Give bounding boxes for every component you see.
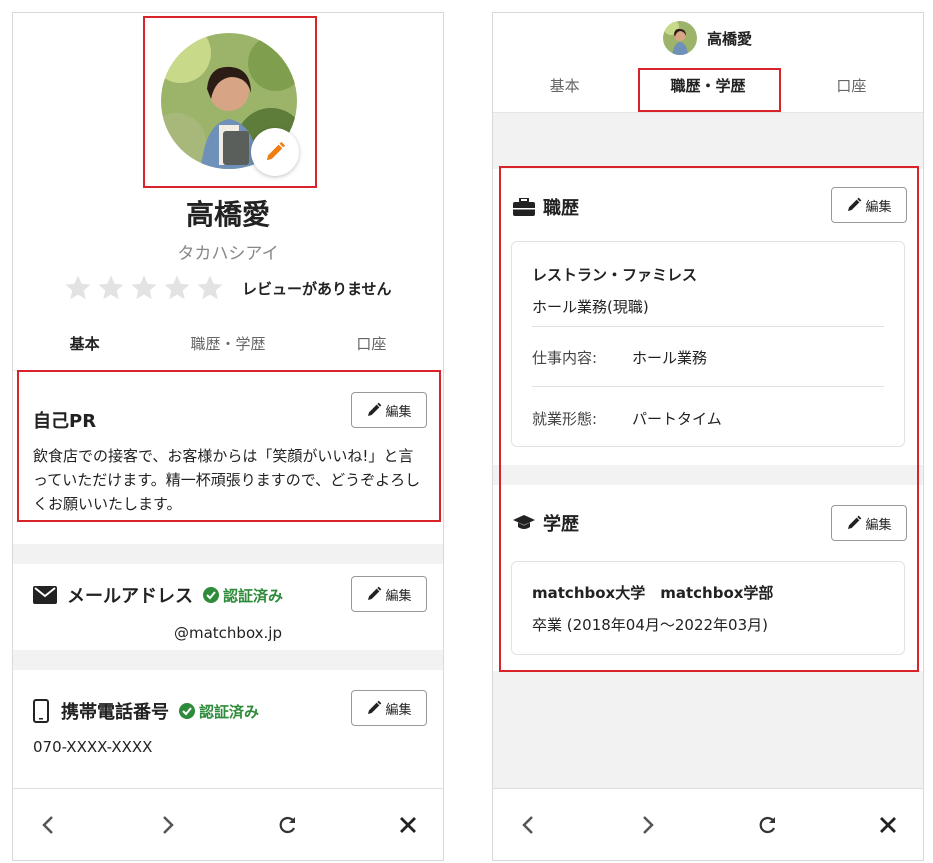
- briefcase-icon: [513, 198, 535, 216]
- pencil-icon: [368, 402, 382, 416]
- profile-screen-basic: 高橋愛 タカハシアイ レビューがありません 基本 職歴・学歴 口座 自己PR 編…: [12, 12, 444, 861]
- phone-edit-button[interactable]: 編集: [351, 690, 427, 726]
- star-icon: [164, 275, 190, 300]
- chevron-right-icon: [163, 815, 174, 834]
- graduation-cap-icon: [513, 515, 535, 529]
- forward-button[interactable]: [633, 810, 663, 840]
- browser-toolbar: [493, 788, 923, 860]
- edit-label: 編集: [385, 404, 412, 420]
- edit-label: 編集: [385, 588, 412, 604]
- browser-toolbar: [13, 788, 443, 860]
- phone-value: 070-XXXX-XXXX: [33, 738, 153, 756]
- work-card[interactable]: レストラン・ファミレス ホール業務(現職) 仕事内容: ホール業務 就業形態: …: [511, 241, 905, 447]
- header-name: 高橋愛: [707, 30, 753, 48]
- star-icon: [131, 275, 157, 300]
- verified-label: 認証済み: [199, 702, 260, 721]
- type-label: 就業形態:: [532, 410, 598, 428]
- divider: [532, 326, 884, 327]
- envelope-icon: [33, 586, 57, 604]
- education-section: 学歴 編集 matchbox大学 matchbox学部 卒業 (2018年04月…: [493, 485, 923, 671]
- pencil-icon: [266, 141, 286, 161]
- pencil-icon: [368, 700, 382, 714]
- mini-avatar: [663, 21, 697, 55]
- phone-title-row: 携帯電話番号 認証済み: [33, 698, 259, 724]
- divider: [532, 386, 884, 387]
- self-pr-edit-button[interactable]: 編集: [351, 392, 427, 428]
- self-pr-text: 飲食店での接客で、お客様からは「笑顔がいいね!」と言っていただけます。精一杯頑張…: [33, 447, 421, 513]
- star-icon: [197, 275, 223, 300]
- edit-label: 編集: [865, 199, 892, 215]
- chevron-right-icon: [643, 815, 654, 834]
- profile-name: 高橋愛: [185, 198, 270, 231]
- tab-career[interactable]: 職歴・学歴: [636, 75, 779, 105]
- check-circle-icon: [203, 587, 219, 603]
- email-title: メールアドレス: [67, 586, 193, 607]
- pencil-icon: [848, 515, 862, 529]
- profile-tabs: 基本 職歴・学歴 口座: [13, 333, 443, 384]
- education-title-row: 学歴: [513, 510, 579, 536]
- chevron-left-icon: [42, 815, 53, 834]
- education-edit-button[interactable]: 編集: [831, 505, 907, 541]
- avatar-edit-button[interactable]: [251, 128, 299, 176]
- education-title: 学歴: [543, 514, 579, 535]
- email-verified-badge: 認証済み: [203, 585, 283, 606]
- divider: [13, 650, 443, 670]
- edit-label: 編集: [385, 702, 412, 718]
- phone-title: 携帯電話番号: [61, 702, 169, 723]
- no-review-text: レビューがありません: [242, 279, 392, 298]
- profile-tabs: 基本 職歴・学歴 口座: [493, 75, 923, 105]
- chevron-left-icon: [522, 815, 533, 834]
- close-button[interactable]: [873, 810, 903, 840]
- duty-label: 仕事内容:: [532, 349, 598, 367]
- reload-button[interactable]: [753, 810, 783, 840]
- back-button[interactable]: [33, 810, 63, 840]
- education-card[interactable]: matchbox大学 matchbox学部 卒業 (2018年04月〜2022年…: [511, 561, 905, 655]
- close-icon: [400, 816, 416, 833]
- work-role: ホール業務(現職): [532, 298, 649, 316]
- self-pr-title: 自己PR: [33, 411, 97, 432]
- phone-verified-badge: 認証済み: [179, 701, 259, 722]
- pencil-icon: [368, 586, 382, 600]
- work-title-row: 職歴: [513, 194, 579, 220]
- tab-account[interactable]: 口座: [780, 75, 923, 105]
- tab-career[interactable]: 職歴・学歴: [156, 333, 299, 370]
- career-header: 高橋愛 基本 職歴・学歴 口座: [493, 13, 923, 113]
- duty-value: ホール業務: [632, 349, 708, 367]
- work-title: 職歴: [543, 198, 579, 219]
- smartphone-icon: [33, 699, 49, 723]
- email-value: @matchbox.jp: [173, 624, 282, 642]
- education-status: 卒業 (2018年04月〜2022年03月): [532, 616, 768, 634]
- rating-stars: レビューがありません: [63, 273, 392, 303]
- reload-button[interactable]: [273, 810, 303, 840]
- forward-button[interactable]: [153, 810, 183, 840]
- tab-basic[interactable]: 基本: [493, 75, 636, 105]
- work-edit-button[interactable]: 編集: [831, 187, 907, 223]
- close-icon: [880, 816, 896, 833]
- close-button[interactable]: [393, 810, 423, 840]
- work-section: 職歴 編集 レストラン・ファミレス ホール業務(現職) 仕事内容: ホール業務 …: [493, 169, 923, 465]
- verified-label: 認証済み: [223, 586, 284, 605]
- pencil-icon: [848, 197, 862, 211]
- star-icon: [65, 275, 91, 300]
- back-button[interactable]: [513, 810, 543, 840]
- email-edit-button[interactable]: 編集: [351, 576, 427, 612]
- check-circle-icon: [179, 703, 195, 719]
- tab-basic[interactable]: 基本: [13, 333, 157, 384]
- divider: [13, 544, 443, 564]
- refresh-icon: [279, 816, 295, 833]
- star-icon: [98, 275, 124, 300]
- profile-kana: タカハシアイ: [177, 244, 279, 264]
- edit-label: 編集: [865, 517, 892, 533]
- phone-section: 携帯電話番号 認証済み 編集 070-XXXX-XXXX: [13, 670, 443, 790]
- email-title-row: メールアドレス 認証済み: [33, 582, 283, 608]
- education-school: matchbox大学 matchbox学部: [532, 584, 774, 602]
- tab-account[interactable]: 口座: [300, 333, 443, 370]
- work-company: レストラン・ファミレス: [532, 266, 698, 284]
- profile-screen-career: 高橋愛 基本 職歴・学歴 口座 職歴 編集 レストラン・ファミレス ホール業務(…: [492, 12, 924, 861]
- type-value: パートタイム: [632, 410, 722, 428]
- self-pr-section: 自己PR 編集 飲食店での接客で、お客様からは「笑顔がいいね!」と言っていただけ…: [13, 372, 443, 544]
- refresh-icon: [759, 816, 775, 833]
